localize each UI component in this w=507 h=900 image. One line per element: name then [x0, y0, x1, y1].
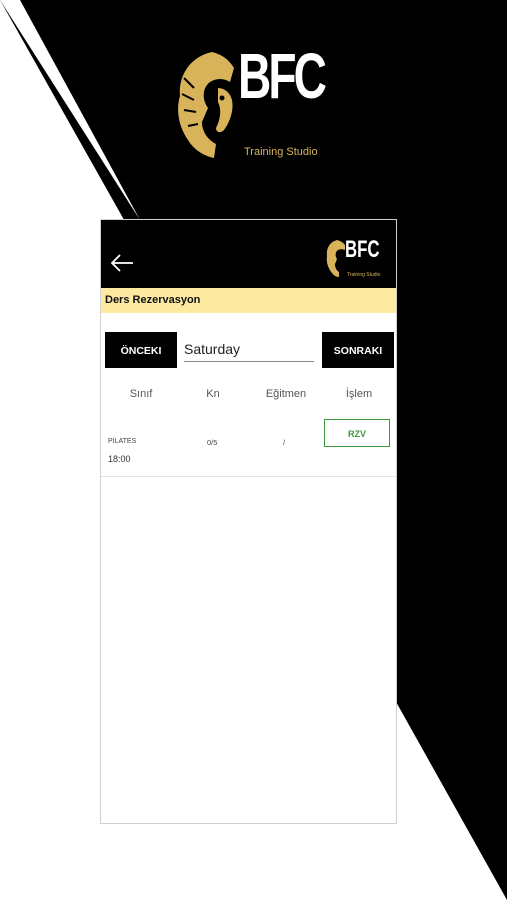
app-bar-logo-subtext: Training Studio [347, 272, 381, 278]
next-day-button[interactable]: SONRAKI [322, 332, 394, 368]
header-action: İşlem [345, 388, 373, 400]
arrow-left-icon[interactable] [109, 253, 135, 273]
hero-logo: BFC Training Studio [172, 44, 327, 166]
trainer-name: / [283, 438, 286, 447]
header-class: Sınıf [129, 388, 153, 400]
app-bar: BFC Training Studio [101, 220, 396, 288]
hero-logo-text: BFC [238, 40, 327, 112]
table-row: PİLATES 18:00 0/5 / RZV [101, 416, 396, 477]
reserve-button[interactable]: RZV [324, 419, 390, 447]
day-field[interactable] [184, 339, 314, 362]
header-trainer: Eğitmen [265, 388, 307, 400]
app-bar-logo: BFC Training Studio [325, 238, 380, 282]
class-time: 18:00 [108, 454, 131, 464]
lion-icon [326, 240, 345, 277]
lion-icon [178, 52, 234, 158]
class-name: PİLATES [108, 438, 137, 445]
app-bar-logo-text: BFC [345, 236, 380, 263]
phone-screen: BFC Training Studio Ders Rezervasyon ÖNC… [100, 219, 397, 824]
hero-logo-subtext: Training Studio [244, 146, 318, 158]
header-kn: Kn [206, 388, 220, 400]
section-title: Ders Rezervasyon [101, 288, 396, 313]
previous-day-button[interactable]: ÖNCEKI [105, 332, 177, 368]
capacity: 0/5 [207, 438, 218, 447]
